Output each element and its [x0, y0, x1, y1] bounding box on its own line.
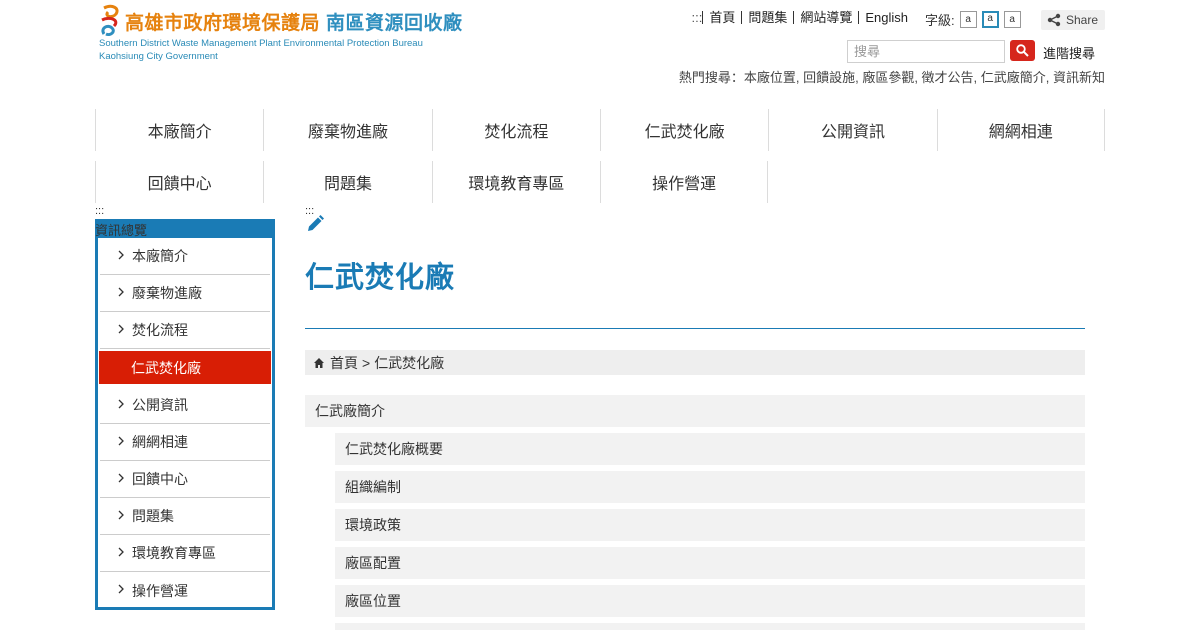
search-input[interactable] [847, 40, 1005, 63]
list-item-plant-location[interactable]: 廠區位置 [335, 585, 1085, 617]
font-size-small-button[interactable]: a [959, 11, 977, 28]
font-size-control: 字級: a a a [925, 10, 1021, 29]
sidebar-item-env-education[interactable]: 環境教育專區 [100, 535, 270, 572]
main-nav-row-1: 本廠簡介 廢棄物進廠 焚化流程 仁武焚化廠 公開資訊 網網相連 [95, 109, 1105, 151]
toplink-faq[interactable]: 問題集 [741, 11, 793, 24]
toplink-sitemap[interactable]: 網站導覽 [793, 11, 858, 24]
breadcrumb: 首頁 > 仁武焚化廠 [305, 350, 1085, 375]
breadcrumb-home[interactable]: 首頁 [330, 353, 358, 373]
advanced-search-link[interactable]: 進階搜尋 [1043, 43, 1095, 62]
sidebar-item-label: 本廠簡介 [132, 248, 188, 264]
sidebar-item-faq[interactable]: 問題集 [100, 498, 270, 535]
sidebar-item-operations[interactable]: 操作營運 [100, 572, 270, 609]
chevron-right-icon [118, 436, 124, 446]
hot-search: 熱門搜尋：本廠位置, 回饋設施, 廠區參觀, 徵才公告, 仁武廠簡介, 資訊新知 [679, 67, 1105, 86]
chevron-right-icon [118, 250, 124, 260]
chevron-right-icon [118, 324, 124, 334]
section-header[interactable]: 仁武廠簡介 [305, 395, 1085, 427]
list-item-plant-layout[interactable]: 廠區配置 [335, 547, 1085, 579]
chevron-right-icon [118, 584, 124, 594]
toplink-home[interactable]: 首頁 [702, 11, 741, 24]
chevron-right-icon [118, 510, 124, 520]
list-item-partial[interactable] [335, 623, 1085, 630]
list-item-env-policy[interactable]: 環境政策 [335, 509, 1085, 541]
nav-item-feedback[interactable]: 回饋中心 [95, 161, 263, 203]
sidebar-item-label: 廢棄物進廠 [132, 285, 202, 301]
chevron-right-icon [118, 399, 124, 409]
nav-item-renwu-plant[interactable]: 仁武焚化廠 [599, 109, 768, 151]
main-nav: 本廠簡介 廢棄物進廠 焚化流程 仁武焚化廠 公開資訊 網網相連 回饋中心 問題集… [95, 109, 1105, 213]
breadcrumb-current: 仁武焚化廠 [374, 354, 445, 371]
site-subtitle-en-2: Kaohsiung City Government [99, 51, 218, 62]
nav-item-about[interactable]: 本廠簡介 [95, 109, 263, 151]
sidebar-item-label: 仁武焚化廠 [131, 359, 201, 376]
logo-emblem-icon [101, 4, 119, 36]
title-divider [305, 328, 1085, 329]
sidebar-item-label: 操作營運 [132, 582, 188, 599]
site-logo[interactable]: 高雄市政府環境保護局 南區資源回收廠 Southern District Wast… [98, 4, 462, 66]
search-icon [1016, 44, 1029, 57]
nav-item-public-info[interactable]: 公開資訊 [768, 109, 936, 151]
font-size-medium-button[interactable]: a [981, 11, 999, 28]
sidebar-item-label: 焚化流程 [132, 322, 188, 338]
share-button[interactable]: Share [1041, 10, 1105, 30]
sidebar-item-label: 回饋中心 [132, 471, 188, 487]
chevron-right-icon [118, 547, 124, 557]
page-title: 仁武焚化廠 [305, 260, 456, 294]
sidebar-item-label: 環境教育專區 [132, 545, 216, 561]
main-nav-row-2: 回饋中心 問題集 環境教育專區 操作營運 [95, 161, 1105, 203]
chevron-right-icon [118, 287, 124, 297]
site-title-bureau: 高雄市政府環境保護局 [125, 12, 321, 34]
accesskey-top[interactable]: ::: [691, 10, 702, 25]
sidebar-item-public-info[interactable]: 公開資訊 [100, 387, 270, 424]
hot-search-terms[interactable]: 本廠位置, 回饋設施, 廠區參觀, 徵才公告, 仁武廠簡介, 資訊新知 [744, 70, 1105, 85]
pencil-icon [308, 215, 324, 231]
share-label: Share [1066, 13, 1099, 27]
sidebar-item-label: 公開資訊 [132, 397, 188, 413]
list-item-organization[interactable]: 組織編制 [335, 471, 1085, 503]
nav-item-operations[interactable]: 操作營運 [599, 161, 769, 203]
sidebar-item-label: 網網相連 [132, 434, 188, 450]
sidebar-title: 資訊總覽 [95, 223, 148, 238]
sidebar-menu: 本廠簡介 廢棄物進廠 焚化流程 仁武焚化廠 公開資訊 網網相連 回饋中心 問題集… [95, 219, 275, 610]
nav-item-env-education[interactable]: 環境教育專區 [431, 161, 600, 203]
list-item-overview[interactable]: 仁武焚化廠概要 [335, 433, 1085, 465]
nav-item-waste-intake[interactable]: 廢棄物進廠 [263, 109, 431, 151]
sidebar-item-feedback[interactable]: 回饋中心 [100, 461, 270, 498]
hot-search-label: 熱門搜尋： [678, 70, 744, 85]
font-size-label: 字級: [925, 13, 955, 28]
section-list: 仁武焚化廠概要 組織編制 環境政策 廠區配置 廠區位置 [335, 433, 1085, 630]
accesskey-left[interactable]: ::: [95, 206, 104, 217]
sidebar-item-incineration-process[interactable]: 焚化流程 [100, 312, 270, 349]
site-title: 高雄市政府環境保護局 南區資源回收廠 [125, 8, 463, 35]
nav-item-faq[interactable]: 問題集 [263, 161, 431, 203]
toplink-english[interactable]: English [858, 11, 914, 24]
sidebar-item-renwu-plant[interactable]: 仁武焚化廠 [99, 351, 271, 384]
nav-item-incineration-process[interactable]: 焚化流程 [431, 109, 600, 151]
nav-item-links[interactable]: 網網相連 [936, 109, 1105, 151]
sidebar-item-label: 問題集 [132, 508, 174, 524]
sidebar-item-about[interactable]: 本廠簡介 [100, 238, 270, 275]
site-title-plant: 南區資源回收廠 [326, 12, 463, 34]
chevron-right-icon [118, 473, 124, 483]
sidebar-item-links[interactable]: 網網相連 [100, 424, 270, 461]
search-button[interactable] [1010, 40, 1035, 61]
top-links: ::: 首頁 問題集 網站導覽 English [691, 10, 914, 25]
home-icon [314, 357, 324, 368]
font-size-large-button[interactable]: a [1003, 11, 1021, 28]
share-icon [1047, 13, 1061, 27]
breadcrumb-separator: > [362, 354, 371, 371]
sidebar-item-waste-intake[interactable]: 廢棄物進廠 [100, 275, 270, 312]
site-subtitle-en: Southern District Waste Management Plant… [99, 38, 423, 49]
